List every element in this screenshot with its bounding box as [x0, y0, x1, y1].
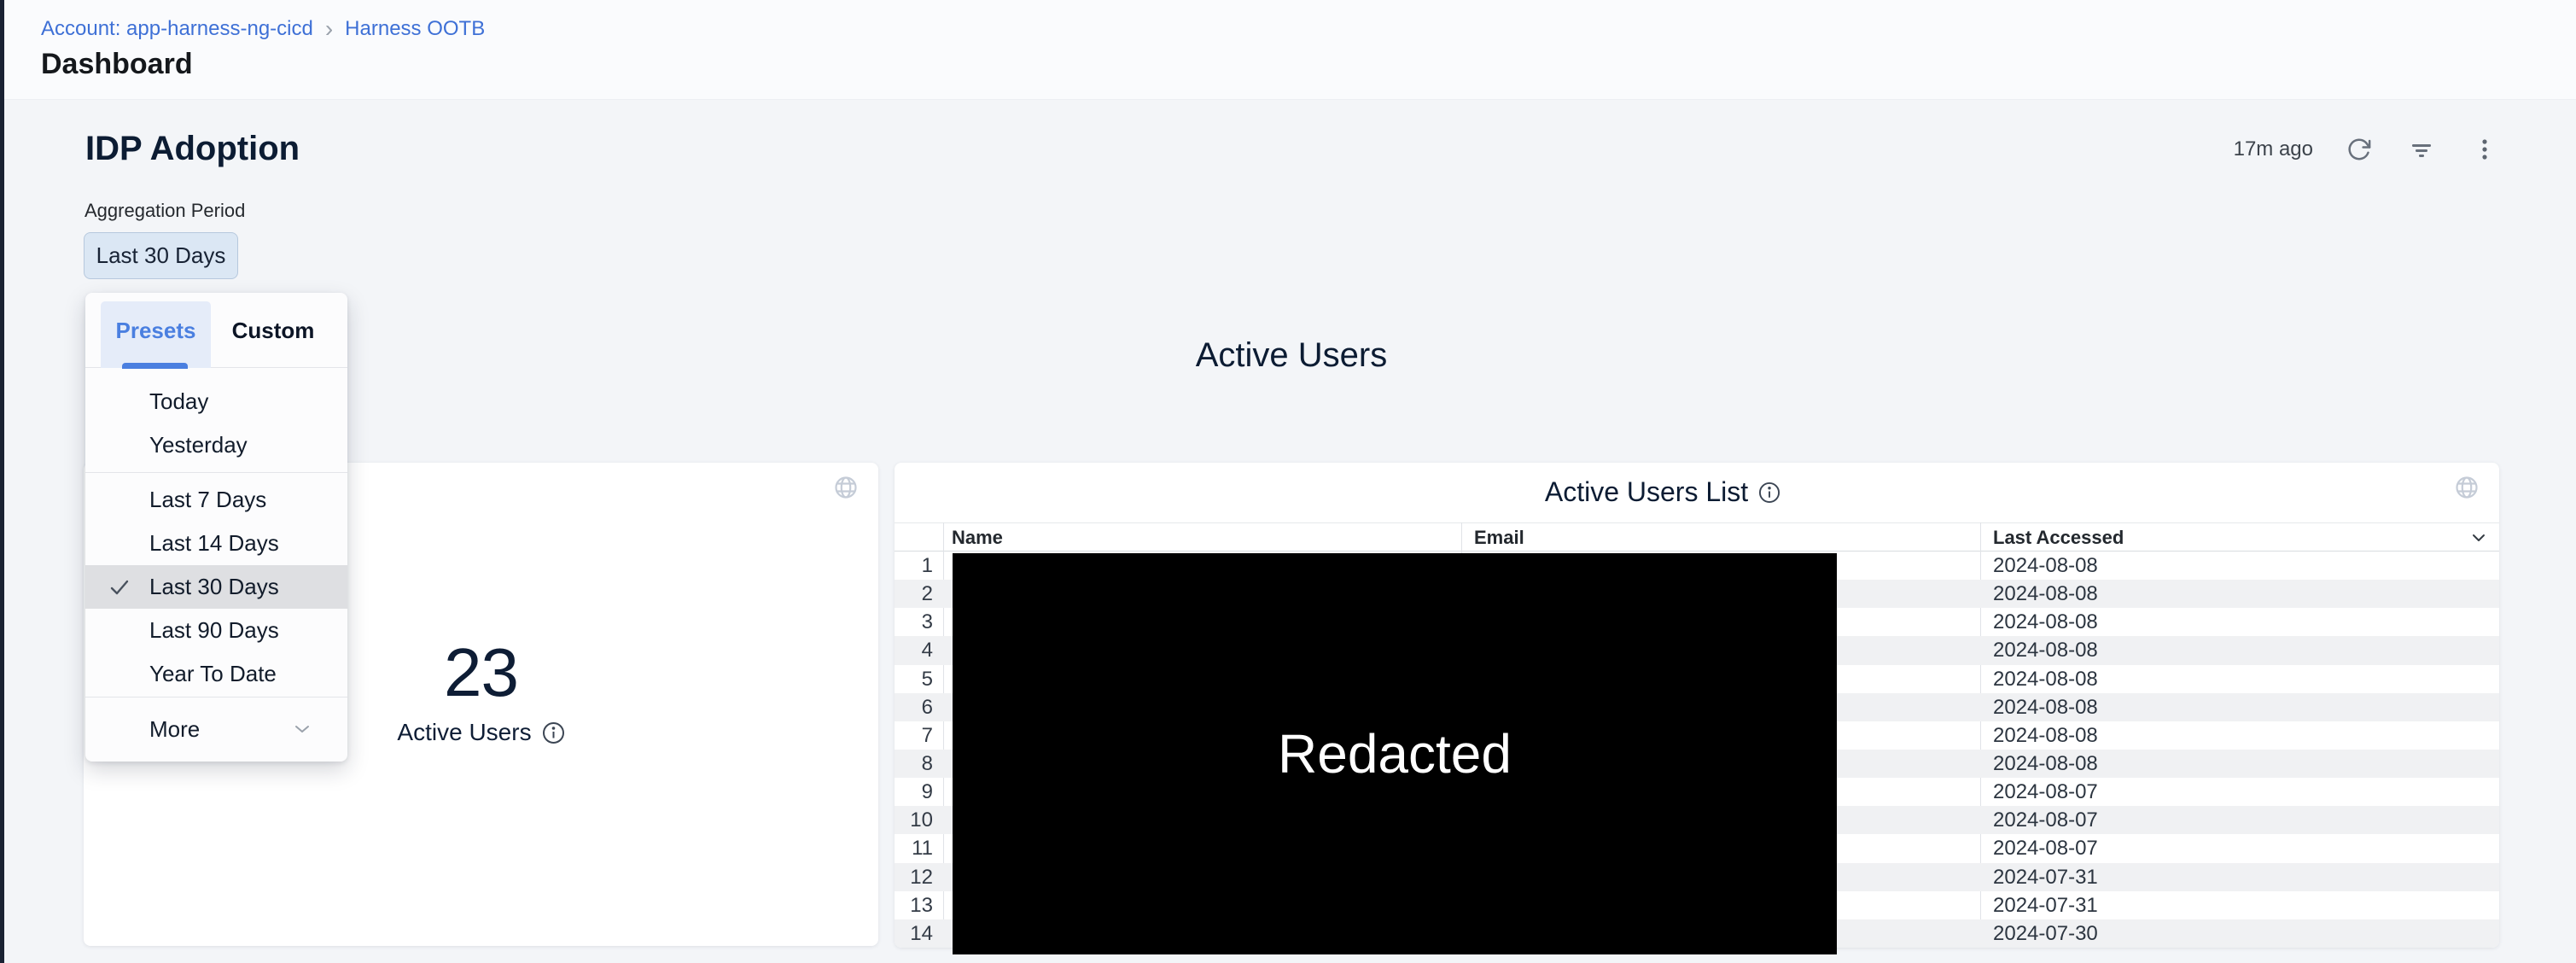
table-title: Active Users List	[1545, 476, 1748, 508]
preset-option-last-7-days[interactable]: Last 7 Days	[85, 478, 347, 522]
breadcrumb-account-link[interactable]: Account: app-harness-ng-cicd	[41, 17, 313, 41]
row-number: 6	[895, 693, 933, 721]
breadcrumb: Account: app-harness-ng-cicd › Harness O…	[41, 17, 485, 41]
last-accessed-cell: 2024-08-07	[1993, 834, 2098, 862]
dashboard-page: Account: app-harness-ng-cicd › Harness O…	[0, 0, 2576, 963]
filter-button[interactable]	[2407, 135, 2436, 164]
info-icon[interactable]	[542, 721, 565, 744]
breadcrumb-separator-icon: ›	[325, 19, 333, 39]
left-rail-edge	[0, 0, 4, 963]
aggregation-period-button[interactable]: Last 30 Days	[84, 232, 238, 279]
preset-option-today[interactable]: Today	[85, 380, 347, 423]
active-tab-underline	[122, 363, 188, 369]
filter-icon	[2409, 137, 2434, 162]
table-title-row: Active Users List	[895, 476, 2431, 508]
dashboard-title: IDP Adoption	[85, 130, 300, 168]
last-accessed-cell: 2024-08-07	[1993, 778, 2098, 806]
row-number: 9	[895, 778, 933, 806]
preset-list: Today Yesterday Last 7 Days Last 14 Days Las…	[85, 368, 347, 696]
preset-option-year-to-date[interactable]: Year To Date	[85, 652, 347, 696]
kebab-menu-icon	[2472, 137, 2497, 162]
last-accessed-cell: 2024-08-08	[1993, 552, 2098, 580]
preset-option-label: Today	[149, 388, 208, 415]
last-accessed-cell: 2024-07-31	[1993, 891, 2098, 919]
redaction-overlay: Redacted	[953, 553, 1837, 954]
column-header-last-accessed[interactable]: Last Accessed	[1993, 523, 2124, 552]
row-number: 7	[895, 721, 933, 750]
table-header: Name Email Last Accessed	[895, 522, 2499, 552]
last-accessed-cell: 2024-08-08	[1993, 750, 2098, 778]
refresh-icon	[2346, 137, 2371, 162]
last-updated-text: 17m ago	[2234, 137, 2313, 161]
row-number: 10	[895, 806, 933, 834]
last-accessed-cell: 2024-07-31	[1993, 863, 2098, 891]
row-number: 2	[895, 580, 933, 608]
redaction-label: Redacted	[1278, 722, 1512, 785]
chevron-down-icon	[294, 724, 310, 734]
last-accessed-cell: 2024-08-08	[1993, 608, 2098, 636]
tab-presets[interactable]: Presets	[101, 293, 211, 368]
refresh-button[interactable]	[2344, 135, 2373, 164]
tab-custom[interactable]: Custom	[222, 293, 324, 368]
chevron-down-icon[interactable]	[2472, 534, 2486, 542]
dropdown-tabs: Presets Custom	[85, 293, 347, 368]
preset-option-label: Last 90 Days	[149, 617, 279, 644]
last-accessed-cell: 2024-08-08	[1993, 636, 2098, 664]
row-number: 14	[895, 919, 933, 948]
aggregation-period-dropdown: Presets Custom Today Yesterday Last 7 Days…	[85, 293, 347, 762]
row-number: 1	[895, 552, 933, 580]
list-divider	[85, 472, 347, 473]
preset-option-label: Last 14 Days	[149, 530, 279, 557]
info-icon[interactable]	[1758, 482, 1780, 504]
dashboard-toolbar: 17m ago	[2234, 135, 2499, 164]
page-title: Dashboard	[41, 48, 193, 81]
aggregation-period-label: Aggregation Period	[85, 200, 245, 222]
preset-option-yesterday[interactable]: Yesterday	[85, 423, 347, 467]
row-number: 13	[895, 891, 933, 919]
last-accessed-cell: 2024-08-08	[1993, 721, 2098, 750]
row-number: 5	[895, 665, 933, 693]
stat-label: Active Users	[397, 719, 531, 746]
preset-option-label: Year To Date	[149, 661, 277, 687]
row-number: 11	[895, 834, 933, 862]
row-number: 8	[895, 750, 933, 778]
last-accessed-cell: 2024-07-30	[1993, 919, 2098, 948]
last-accessed-cell: 2024-08-08	[1993, 665, 2098, 693]
preset-option-label: Last 30 Days	[149, 574, 279, 600]
column-header-name[interactable]: Name	[952, 523, 1003, 552]
globe-icon	[2455, 476, 2479, 499]
row-number: 4	[895, 636, 933, 664]
preset-option-last-14-days[interactable]: Last 14 Days	[85, 522, 347, 565]
preset-option-last-30-days[interactable]: Last 30 Days	[85, 565, 347, 609]
check-icon	[109, 577, 130, 598]
preset-option-more[interactable]: More	[85, 697, 347, 762]
top-header: Account: app-harness-ng-cicd › Harness O…	[4, 0, 2576, 100]
breadcrumb-current-link[interactable]: Harness OOTB	[345, 17, 485, 41]
section-title: Active Users	[84, 336, 2499, 375]
last-accessed-cell: 2024-08-07	[1993, 806, 2098, 834]
row-number: 3	[895, 608, 933, 636]
preset-option-last-90-days[interactable]: Last 90 Days	[85, 609, 347, 652]
row-number: 12	[895, 863, 933, 891]
column-header-email[interactable]: Email	[1474, 523, 1524, 552]
preset-option-label: Last 7 Days	[149, 487, 266, 513]
preset-option-label: Yesterday	[149, 432, 248, 458]
globe-icon	[834, 476, 858, 499]
last-accessed-cell: 2024-08-08	[1993, 693, 2098, 721]
more-label: More	[149, 716, 200, 743]
last-accessed-cell: 2024-08-08	[1993, 580, 2098, 608]
more-options-button[interactable]	[2470, 135, 2499, 164]
